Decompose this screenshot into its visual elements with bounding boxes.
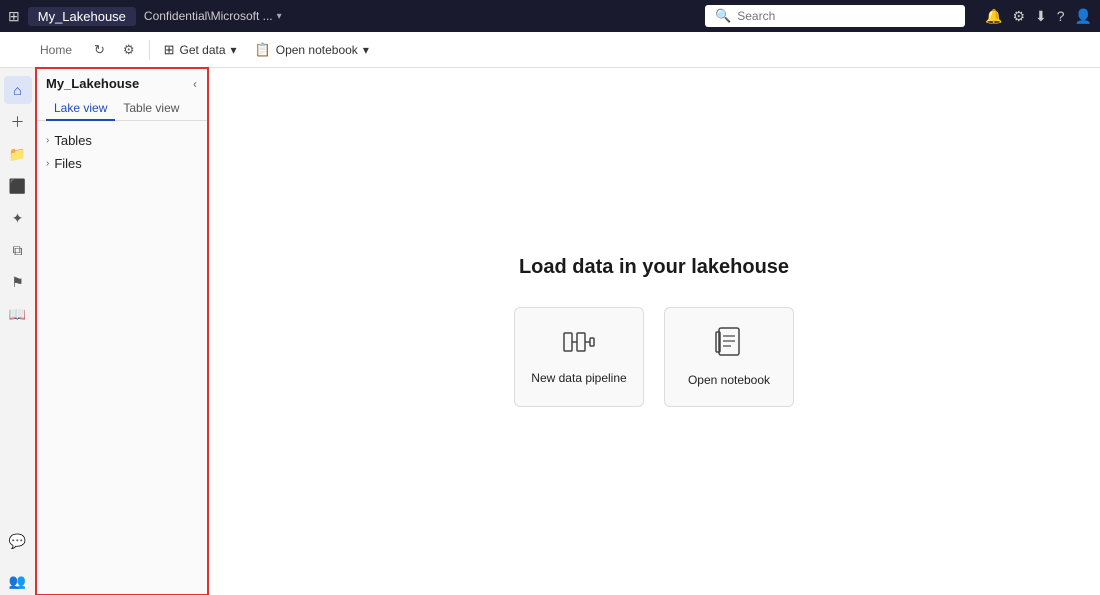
download-icon[interactable]: ⬇ — [1035, 8, 1047, 25]
notebook-card-label: Open notebook — [688, 373, 770, 387]
sidebar-item-spark[interactable]: ✦ — [4, 204, 32, 232]
open-notebook-button[interactable]: 📋 Open notebook ▾ — [247, 38, 377, 62]
get-data-chevron-icon: ▾ — [231, 43, 237, 57]
explorer-panel: My_Lakehouse ‹ Lake view Table view › Ta… — [36, 68, 208, 595]
open-notebook-icon: 📋 — [255, 42, 271, 58]
pipeline-icon — [563, 329, 595, 359]
get-data-button[interactable]: ⊞ Get data ▾ — [156, 38, 245, 62]
tab-table-view[interactable]: Table view — [115, 97, 187, 121]
toolbar-separator — [149, 40, 150, 60]
notebook-icon — [715, 327, 743, 361]
files-chevron-icon: › — [46, 158, 49, 169]
search-bar[interactable]: 🔍 — [705, 5, 965, 27]
topbar: ⊞ My_Lakehouse Confidential\Microsoft ..… — [0, 0, 1100, 32]
get-data-table-icon: ⊞ — [164, 42, 175, 58]
left-sidebar: ⌂ ＋ 📁 ⬛ ✦ ⧉ ⚑ 📖 💬 👥 — [0, 68, 36, 595]
tree-item-tables[interactable]: › Tables — [36, 129, 207, 152]
tables-chevron-icon: › — [46, 135, 49, 146]
user-icon[interactable]: 👤 — [1075, 8, 1092, 25]
refresh-button[interactable]: ↻ — [86, 38, 113, 62]
toolbar-settings-icon: ⚙ — [123, 42, 135, 58]
breadcrumb-text: Confidential\Microsoft ... — [144, 9, 273, 23]
tree-item-files[interactable]: › Files — [36, 152, 207, 175]
action-cards-row: New data pipeline Open notebook — [514, 307, 794, 407]
load-data-title: Load data in your lakehouse — [519, 256, 789, 279]
refresh-icon: ↻ — [94, 42, 105, 58]
main-layout: ⌂ ＋ 📁 ⬛ ✦ ⧉ ⚑ 📖 💬 👥 My_Lakehouse ‹ Lake … — [0, 68, 1100, 595]
new-data-pipeline-card[interactable]: New data pipeline — [514, 307, 644, 407]
gear-icon[interactable]: ⚙ — [1012, 8, 1025, 25]
open-notebook-chevron-icon: ▾ — [363, 43, 369, 57]
search-input[interactable] — [737, 9, 955, 23]
breadcrumb-chevron-icon[interactable]: ▾ — [277, 11, 282, 22]
sidebar-item-people[interactable]: 👥 — [4, 567, 32, 595]
explorer-title: My_Lakehouse — [46, 76, 139, 91]
search-icon: 🔍 — [715, 8, 731, 24]
tab-lake-view[interactable]: Lake view — [46, 97, 115, 121]
toolbar-settings-button[interactable]: ⚙ — [115, 38, 143, 62]
sidebar-item-home[interactable]: ⌂ — [4, 76, 32, 104]
explorer-header: My_Lakehouse ‹ — [36, 68, 207, 97]
breadcrumb: Confidential\Microsoft ... ▾ — [144, 9, 282, 23]
sidebar-item-browse[interactable]: 📁 — [4, 140, 32, 168]
grid-icon: ⊞ — [8, 8, 20, 25]
open-notebook-label: Open notebook — [276, 43, 358, 57]
explorer-tabs: Lake view Table view — [36, 97, 207, 121]
open-notebook-card[interactable]: Open notebook — [664, 307, 794, 407]
app-title[interactable]: My_Lakehouse — [28, 7, 136, 26]
tree-item-files-label: Files — [54, 156, 81, 171]
sidebar-item-learn[interactable]: 📖 — [4, 300, 32, 328]
explorer-collapse-button[interactable]: ‹ — [193, 77, 197, 91]
bell-icon[interactable]: 🔔 — [985, 8, 1002, 25]
sidebar-item-metrics[interactable]: ⚑ — [4, 268, 32, 296]
help-icon[interactable]: ? — [1057, 8, 1065, 24]
content-area: Load data in your lakehouse New data pip… — [208, 68, 1100, 595]
topbar-right-icons: 🔔 ⚙ ⬇ ? 👤 — [985, 8, 1092, 25]
pipeline-card-label: New data pipeline — [531, 371, 626, 385]
get-data-label: Get data — [179, 43, 225, 57]
toolbar: Home ↻ ⚙ ⊞ Get data ▾ 📋 Open notebook ▾ — [0, 32, 1100, 68]
sidebar-item-data[interactable]: ⬛ — [4, 172, 32, 200]
sidebar-item-create[interactable]: ＋ — [4, 108, 32, 136]
sidebar-item-chat[interactable]: 💬 — [4, 527, 32, 555]
toolbar-home-breadcrumb: Home — [40, 43, 72, 57]
explorer-tree: › Tables › Files — [36, 121, 207, 595]
sidebar-item-integrations[interactable]: ⧉ — [4, 236, 32, 264]
tree-item-tables-label: Tables — [54, 133, 92, 148]
